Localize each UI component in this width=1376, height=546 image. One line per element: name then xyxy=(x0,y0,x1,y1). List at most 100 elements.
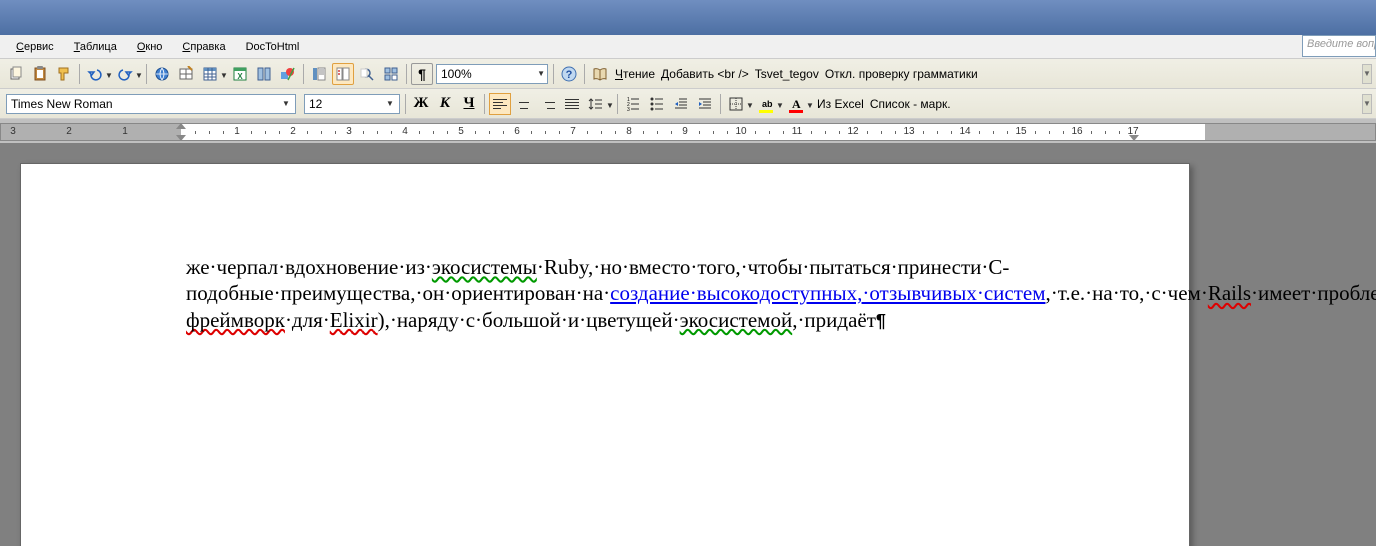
menu-service[interactable]: Сервис xyxy=(10,39,60,55)
font-name-combo[interactable]: Times New Roman ▼ xyxy=(6,94,296,114)
borders-button[interactable] xyxy=(725,93,747,115)
ruler-tick: 1 xyxy=(234,126,240,137)
list-mark-button[interactable]: Список - марк. xyxy=(867,97,954,111)
line-spacing-button[interactable] xyxy=(585,93,607,115)
horizontal-ruler[interactable]: 3211234567891011121314151617 xyxy=(0,123,1376,141)
separator xyxy=(406,64,407,84)
columns-icon[interactable] xyxy=(253,63,275,85)
format-painter-icon[interactable] xyxy=(53,63,75,85)
ruler-tick: 1 xyxy=(122,126,128,137)
ruler-tick: 8 xyxy=(626,126,632,137)
toolbar-options-icon[interactable]: ▼ xyxy=(1362,94,1372,114)
insert-table-icon[interactable] xyxy=(199,63,221,85)
highlight-button[interactable]: ab xyxy=(755,93,777,115)
help-icon[interactable]: ? xyxy=(558,63,580,85)
italic-button[interactable]: К xyxy=(434,93,456,115)
menu-bar: Сервис Таблица Окно Справка DocToHtml Вв… xyxy=(0,35,1376,59)
document-page[interactable]: же·черпал·вдохновение·из·экосистемы·Ruby… xyxy=(20,163,1190,546)
reading-mode-icon[interactable] xyxy=(589,63,611,85)
zoom-value: 100% xyxy=(441,67,472,81)
svg-text:?: ? xyxy=(566,69,573,81)
insert-table-dropdown[interactable]: ▼ xyxy=(220,68,228,80)
thumbnails-icon[interactable] xyxy=(380,63,402,85)
show-formatting-icon[interactable]: ¶ xyxy=(411,63,433,85)
hyperlink-icon[interactable] xyxy=(151,63,173,85)
bullet-list-button[interactable] xyxy=(646,93,668,115)
align-center-button[interactable] xyxy=(513,93,535,115)
reading-button[interactable]: Чтение xyxy=(612,67,658,81)
increase-indent-button[interactable] xyxy=(694,93,716,115)
document-workspace: же·черпал·вдохновение·из·экосистемы·Ruby… xyxy=(0,143,1376,546)
ruler-tick: 12 xyxy=(847,126,858,137)
menu-doctohtml[interactable]: DocToHtml xyxy=(240,39,306,55)
from-excel-button[interactable]: Из Excel xyxy=(814,97,867,111)
undo-dropdown[interactable]: ▼ xyxy=(105,68,113,80)
toolbar-options-icon[interactable]: ▼ xyxy=(1362,64,1372,84)
numbered-list-button[interactable]: 123 xyxy=(622,93,644,115)
separator xyxy=(720,94,721,114)
redo-icon[interactable] xyxy=(114,63,136,85)
ruler-tick: 4 xyxy=(402,126,408,137)
insert-excel-icon[interactable]: X xyxy=(229,63,251,85)
ruler-tick: 14 xyxy=(959,126,970,137)
menu-table[interactable]: Таблица xyxy=(68,39,123,55)
standard-toolbar: ▼ ▼ ▼ X ¶ 100% ? Ч xyxy=(0,59,1376,89)
separator xyxy=(553,64,554,84)
separator xyxy=(484,94,485,114)
separator xyxy=(79,64,80,84)
document-paragraph[interactable]: же·черпал·вдохновение·из·экосистемы·Ruby… xyxy=(186,254,1129,333)
chevron-down-icon[interactable]: ▼ xyxy=(279,99,293,108)
separator xyxy=(146,64,147,84)
bold-button[interactable]: Ж xyxy=(410,93,432,115)
align-justify-button[interactable] xyxy=(561,93,583,115)
menu-window[interactable]: Окно xyxy=(131,39,169,55)
grammar-check-off-button[interactable]: Откл. проверку грамматики xyxy=(822,67,981,81)
align-left-button[interactable] xyxy=(489,93,511,115)
redo-dropdown[interactable]: ▼ xyxy=(135,68,143,80)
ruler-tick: 6 xyxy=(514,126,520,137)
ruler-tick: 3 xyxy=(10,126,16,137)
ruler-tick: 5 xyxy=(458,126,464,137)
help-search-input[interactable]: Введите вопрос xyxy=(1302,35,1376,57)
ruler-tick: 3 xyxy=(346,126,352,137)
ruler-tick: 16 xyxy=(1071,126,1082,137)
indent-marker-bottom[interactable] xyxy=(176,135,186,141)
align-right-button[interactable] xyxy=(537,93,559,115)
borders-dropdown[interactable]: ▼ xyxy=(746,98,754,110)
formatting-toolbar: Times New Roman ▼ 12 ▼ Ж К Ч ▼ 123 ▼ ab xyxy=(0,89,1376,119)
line-spacing-dropdown[interactable]: ▼ xyxy=(606,98,614,110)
paste-icon[interactable] xyxy=(29,63,51,85)
drawing-icon[interactable] xyxy=(277,63,299,85)
ruler-tick: 13 xyxy=(903,126,914,137)
chevron-down-icon[interactable]: ▼ xyxy=(383,99,397,108)
zoom-preview-icon[interactable] xyxy=(356,63,378,85)
ruler-tick: 7 xyxy=(570,126,576,137)
document-map-icon[interactable] xyxy=(308,63,330,85)
ruler-tick: 11 xyxy=(792,126,802,137)
document-structure-icon[interactable] xyxy=(332,63,354,85)
indent-marker-top[interactable] xyxy=(176,123,186,129)
font-color-dropdown[interactable]: ▼ xyxy=(806,98,814,110)
underline-button[interactable]: Ч xyxy=(458,93,480,115)
ruler-tick: 2 xyxy=(66,126,72,137)
svg-text:A: A xyxy=(792,97,801,111)
font-color-button[interactable]: A xyxy=(785,93,807,115)
copy-icon[interactable] xyxy=(5,63,27,85)
separator xyxy=(303,64,304,84)
ruler-area: 3211234567891011121314151617 xyxy=(0,119,1376,143)
menu-help[interactable]: Справка xyxy=(176,39,231,55)
font-size-combo[interactable]: 12 ▼ xyxy=(304,94,400,114)
ruler-tick: 10 xyxy=(735,126,746,137)
paragraph-mark: ¶ xyxy=(876,311,886,331)
zoom-combo[interactable]: 100% xyxy=(436,64,548,84)
tables-borders-icon[interactable] xyxy=(175,63,197,85)
separator xyxy=(584,64,585,84)
add-br-button[interactable]: Добавить <br /> xyxy=(658,67,752,81)
tsvet-tegov-button[interactable]: Tsvet_tegov xyxy=(752,67,822,81)
undo-icon[interactable] xyxy=(84,63,106,85)
decrease-indent-button[interactable] xyxy=(670,93,692,115)
separator xyxy=(617,94,618,114)
highlight-dropdown[interactable]: ▼ xyxy=(776,98,784,110)
right-indent-marker[interactable] xyxy=(1129,135,1139,141)
ruler-tick: 2 xyxy=(290,126,296,137)
